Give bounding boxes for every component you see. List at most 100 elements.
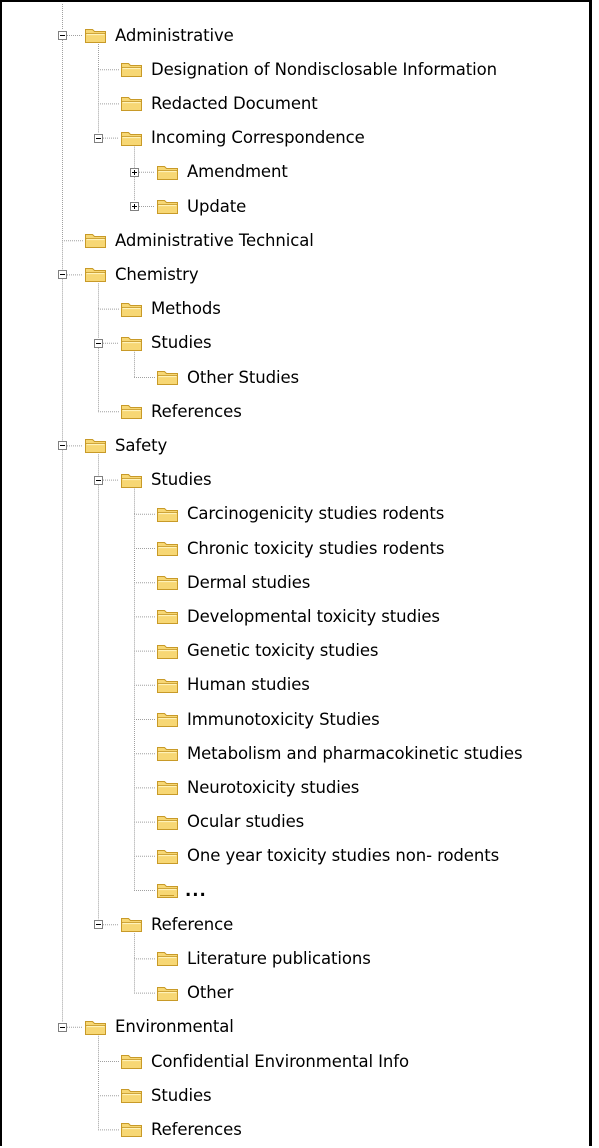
tree-node[interactable]: Safety	[84, 432, 167, 458]
tree-node[interactable]: References	[120, 1116, 242, 1142]
folder-icon	[121, 131, 142, 146]
tree-node-label: Safety	[115, 435, 168, 455]
collapse-toggle-icon[interactable]	[58, 441, 67, 451]
tree-node[interactable]: Studies	[120, 467, 212, 493]
tree-node[interactable]: Methods	[120, 296, 221, 322]
tree-node-label: Confidential Environmental Info	[151, 1051, 409, 1071]
tree-node[interactable]: Genetic toxicity studies	[156, 638, 378, 664]
folder-tree: Administrative Designation of Nondisclosa…	[0, 0, 592, 1146]
tree-node[interactable]: Developmental toxicity studies	[156, 603, 440, 629]
collapse-toggle-icon[interactable]	[58, 270, 67, 280]
tree-node[interactable]: Environmental	[84, 1014, 234, 1040]
tree-node[interactable]: Amendment	[156, 159, 288, 185]
folder-icon	[157, 713, 178, 727]
folder-icon	[157, 747, 178, 762]
tree-node[interactable]: Chemistry	[84, 261, 199, 287]
folder-icon	[157, 781, 178, 796]
tree-node-label: Administrative Technical	[115, 230, 314, 250]
collapse-toggle-icon[interactable]	[58, 1022, 67, 1032]
tree-node[interactable]: Studies	[120, 1082, 212, 1108]
folder-icon	[121, 302, 142, 317]
folder-icon	[85, 29, 106, 43]
tree-node[interactable]: Update	[156, 193, 246, 219]
tree-node[interactable]: Redacted Document	[120, 90, 318, 116]
collapse-toggle-icon[interactable]	[94, 475, 103, 485]
tree-node[interactable]: ...	[156, 877, 207, 903]
folder-icon	[157, 884, 178, 898]
folder-icon	[157, 610, 178, 625]
folder-icon	[121, 63, 142, 78]
folder-icon	[157, 371, 178, 385]
tree-node-label: Literature publications	[187, 948, 371, 968]
collapse-toggle-icon[interactable]	[94, 133, 103, 143]
tree-node-label: References	[151, 401, 242, 421]
folder-icon	[121, 405, 142, 420]
folder-icon	[157, 200, 178, 214]
collapse-toggle-icon[interactable]	[58, 31, 67, 40]
folder-icon	[85, 234, 106, 249]
folder-icon	[121, 473, 142, 488]
folder-icon	[85, 268, 106, 283]
tree-node-label: Redacted Document	[151, 93, 318, 113]
tree-node-label: Environmental	[115, 1017, 234, 1037]
tree-node[interactable]: Other	[156, 980, 233, 1006]
tree-node[interactable]: Studies	[120, 330, 212, 356]
folder-icon	[121, 918, 142, 933]
tree-node-label: Immunotoxicity Studies	[187, 709, 380, 729]
tree-node-label: Methods	[151, 299, 221, 319]
tree-node[interactable]: Human studies	[156, 672, 310, 698]
tree-node-label: Designation of Nondisclosable Informatio…	[151, 59, 497, 79]
tree-node[interactable]: Immunotoxicity Studies	[156, 706, 380, 732]
tree-node-label: Dermal studies	[187, 572, 311, 592]
collapse-toggle-icon[interactable]	[94, 920, 103, 930]
folder-icon	[157, 542, 178, 556]
tree-node[interactable]: Confidential Environmental Info	[120, 1048, 409, 1074]
tree-node-label: Studies	[151, 470, 212, 490]
folder-icon	[157, 815, 178, 830]
folder-icon	[121, 336, 142, 351]
folder-icon	[157, 644, 178, 659]
tree-node[interactable]: Literature publications	[156, 945, 371, 971]
folder-icon	[157, 952, 178, 967]
collapse-toggle-icon[interactable]	[94, 338, 103, 348]
tree-node-label: Ocular studies	[187, 812, 305, 832]
tree-node-label: Developmental toxicity studies	[187, 606, 440, 626]
tree-node[interactable]: Dermal studies	[156, 569, 310, 595]
tree-node-label: Chemistry	[115, 264, 199, 284]
folder-icon	[85, 1020, 106, 1035]
tree-node[interactable]: Administrative	[84, 22, 234, 48]
tree-node-label: ...	[185, 880, 207, 900]
expand-toggle-icon[interactable]	[130, 202, 139, 211]
tree-node[interactable]: Other Studies	[156, 364, 299, 390]
tree-node-label: Other Studies	[187, 367, 300, 387]
folder-icon	[121, 1123, 142, 1138]
tree-node[interactable]: One year toxicity studies non- rodents	[156, 843, 499, 869]
tree-node[interactable]: References	[120, 398, 242, 424]
folder-icon	[157, 986, 178, 1001]
tree-node-label: Studies	[151, 1085, 212, 1105]
folder-icon	[121, 97, 142, 112]
tree-node[interactable]: Incoming Correspondence	[120, 125, 365, 151]
tree-node-label: Other	[187, 983, 234, 1003]
tree-node[interactable]: Administrative Technical	[84, 227, 314, 253]
tree-node-label: Studies	[151, 333, 212, 353]
expand-toggle-icon[interactable]	[130, 167, 139, 177]
tree-node[interactable]: Reference	[120, 911, 233, 937]
tree-node[interactable]: Neurotoxicity studies	[156, 774, 359, 800]
tree-node[interactable]: Designation of Nondisclosable Informatio…	[120, 56, 497, 82]
tree-node-label: Amendment	[187, 162, 288, 182]
tree-node-label: Carcinogenicity studies rodents	[187, 504, 445, 524]
tree-node[interactable]: Ocular studies	[156, 809, 304, 835]
folder-icon	[157, 576, 178, 591]
tree-node-label: Reference	[151, 914, 234, 934]
tree-node[interactable]: Metabolism and pharmacokinetic studies	[156, 740, 523, 766]
tree-node-label: Chronic toxicity studies rodents	[187, 538, 445, 558]
tree-node-label: One year toxicity studies non- rodents	[187, 846, 500, 866]
tree-node[interactable]: Carcinogenicity studies rodents	[156, 501, 444, 527]
tree-node[interactable]: Chronic toxicity studies rodents	[156, 535, 445, 561]
folder-icon	[157, 507, 178, 522]
folder-icon	[157, 849, 178, 864]
tree-node-label: Incoming Correspondence	[151, 128, 365, 148]
folder-icon	[157, 165, 178, 180]
folder-icon	[157, 678, 178, 693]
